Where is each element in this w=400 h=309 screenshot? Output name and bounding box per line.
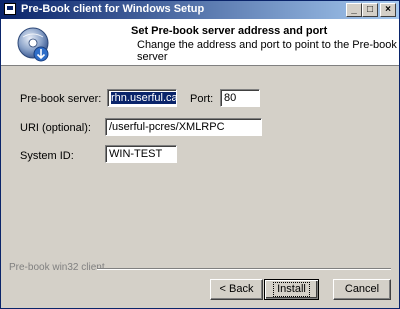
branding-divider	[97, 268, 391, 270]
port-label: Port:	[190, 93, 214, 105]
wizard-header: Set Pre-book server address and port Cha…	[1, 19, 399, 66]
cancel-button[interactable]: Cancel	[333, 279, 391, 300]
system-id-input-value: WIN-TEST	[109, 148, 163, 160]
minimize-button[interactable]: _	[346, 3, 362, 17]
title-bar[interactable]: Pre-Book client for Windows Setup _ □ ×	[1, 1, 399, 19]
install-button[interactable]: Install	[264, 279, 319, 300]
port-input[interactable]: 80	[220, 89, 260, 107]
header-subtitle: Change the address and port to point to …	[137, 39, 397, 63]
header-title: Set Pre-book server address and port	[131, 25, 328, 37]
uri-input[interactable]: /userful-pcres/XMLRPC	[105, 118, 262, 136]
uri-input-value: /userful-pcres/XMLRPC	[109, 121, 225, 133]
maximize-button[interactable]: □	[362, 3, 378, 17]
system-id-input[interactable]: WIN-TEST	[105, 145, 177, 163]
branding-row: Pre-book win32 client	[9, 262, 393, 274]
uri-label: URI (optional):	[20, 122, 91, 134]
app-icon[interactable]	[4, 3, 16, 15]
system-id-label: System ID:	[20, 150, 74, 162]
server-input-value: rhn.userful.ca	[111, 92, 177, 104]
back-button[interactable]: < Back	[210, 279, 263, 300]
close-button[interactable]: ×	[380, 3, 396, 17]
server-label: Pre-book server:	[20, 93, 102, 105]
branding-text: Pre-book win32 client	[9, 262, 105, 273]
server-input[interactable]: rhn.userful.ca	[107, 89, 177, 107]
window-title: Pre-Book client for Windows Setup	[21, 3, 205, 15]
setup-window: Pre-Book client for Windows Setup _ □ × …	[0, 0, 400, 309]
install-button-label: Install	[273, 282, 310, 297]
port-input-value: 80	[224, 92, 237, 104]
prebook-disc-icon	[17, 27, 49, 62]
